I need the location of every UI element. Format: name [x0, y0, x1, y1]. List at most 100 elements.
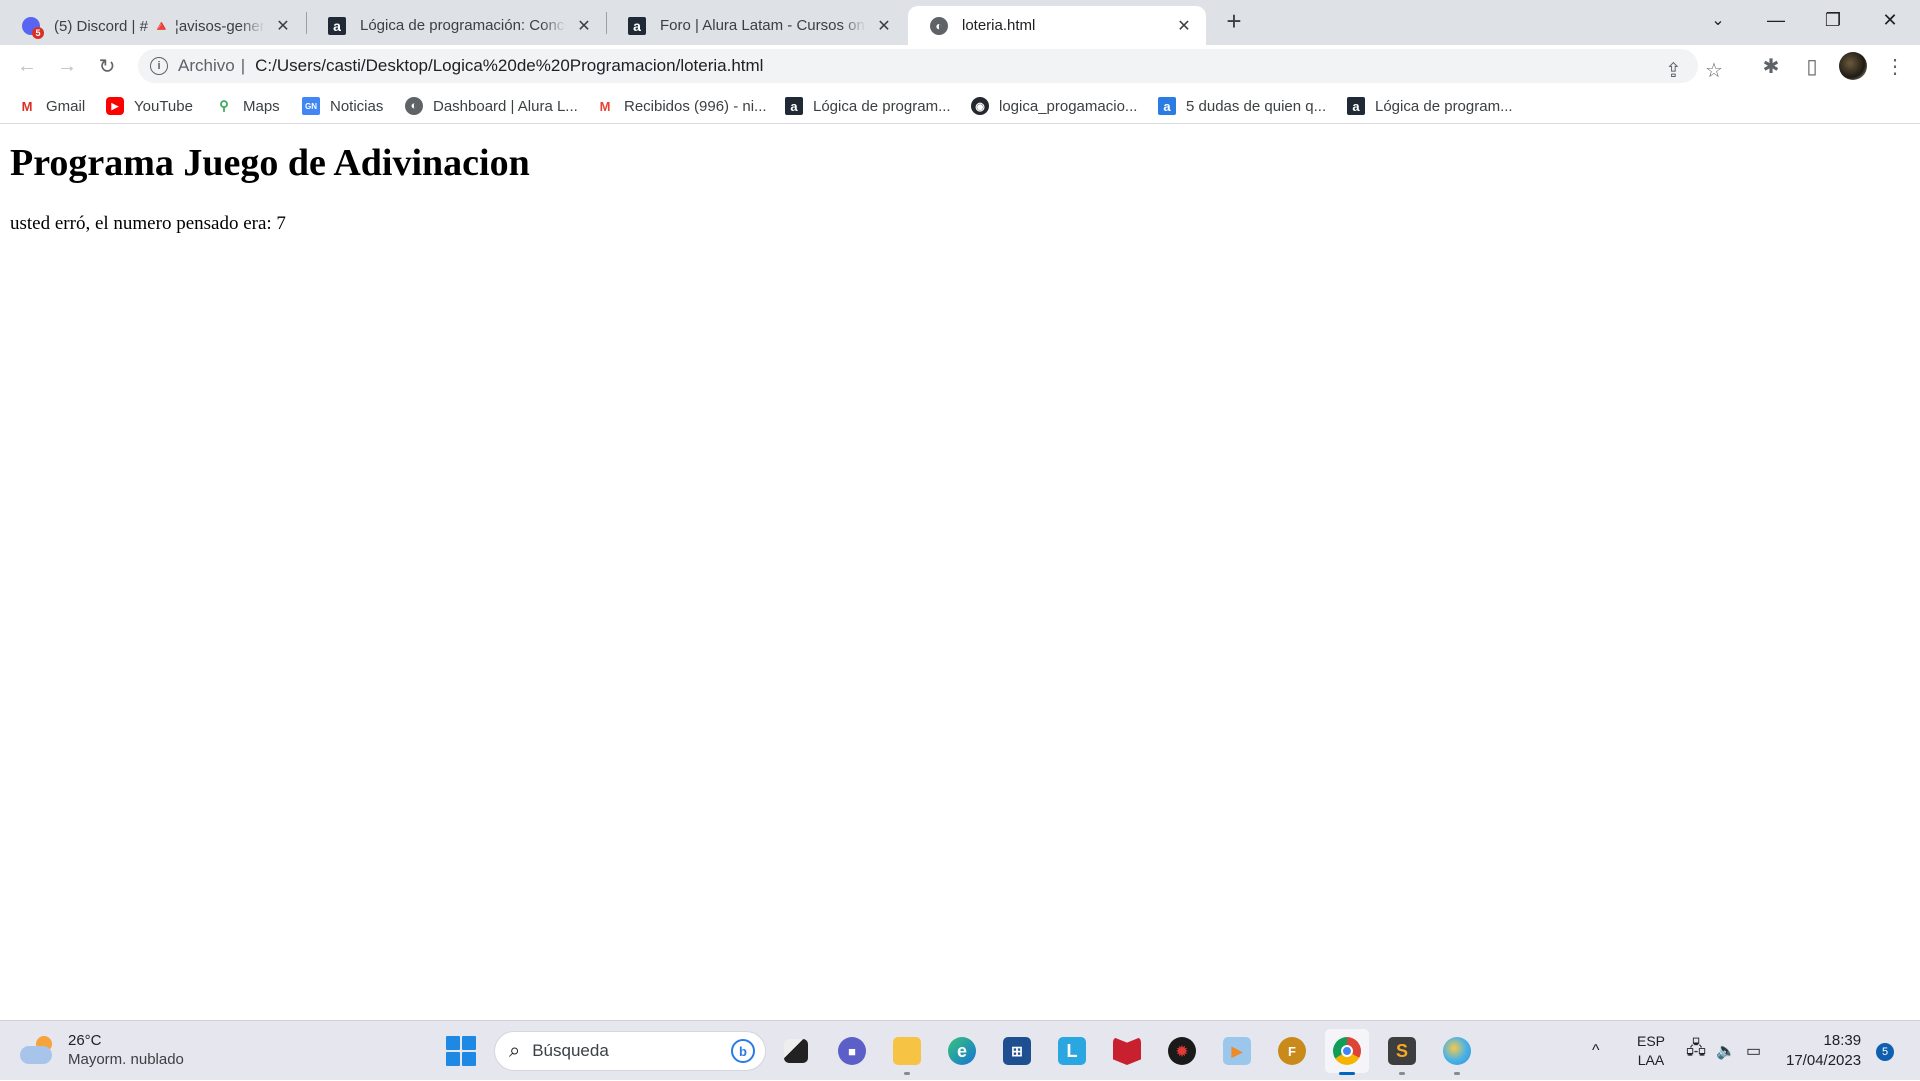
tab-foro-alura[interactable]: a Foro | Alura Latam - Cursos online ✕ — [606, 6, 906, 45]
tab-title: Foro | Alura Latam - Cursos online — [660, 17, 866, 34]
extensions-icon[interactable]: ✱ — [1756, 51, 1786, 81]
windows-logo-icon — [446, 1036, 460, 1050]
l-app-icon: L — [1058, 1037, 1086, 1065]
close-tab-icon[interactable]: ✕ — [273, 16, 293, 36]
restore-button[interactable]: ❐ — [1805, 0, 1861, 40]
bookmark-dashboard-alura[interactable]: ◐ Dashboard | Alura L... — [405, 96, 578, 116]
tab-logica-programacion[interactable]: a Lógica de programación: Conceptos ✕ — [306, 6, 606, 45]
tab-title: (5) Discord | # 🔺 ¦avisos-generales — [54, 17, 265, 35]
maps-icon: ⚲ — [219, 98, 229, 113]
weather-widget[interactable]: 26°C Mayorm. nublado — [20, 1031, 184, 1069]
notification-badge[interactable]: 5 — [1876, 1043, 1894, 1061]
alura-icon: a — [1347, 97, 1365, 115]
bookmark-youtube[interactable]: ▶ YouTube — [106, 96, 193, 116]
reload-icon: ↻ — [98, 55, 116, 78]
taskbar-edge[interactable]: e — [940, 1029, 984, 1073]
bookmark-noticias[interactable]: GN Noticias — [302, 96, 383, 116]
tab-loteria[interactable]: ◐ loteria.html ✕ — [908, 6, 1206, 45]
close-tab-icon[interactable]: ✕ — [1174, 16, 1194, 36]
back-button[interactable]: ← — [12, 51, 42, 81]
arrow-left-icon: ← — [17, 54, 37, 77]
bookmark-gmail[interactable]: M Gmail — [18, 96, 86, 116]
tab-title: loteria.html — [962, 17, 1036, 34]
gear-refresh-icon: ✹ — [1168, 1037, 1196, 1065]
chrome-icon — [1333, 1037, 1361, 1065]
weather-temperature: 26°C — [68, 1032, 102, 1049]
free-fire-icon: F — [1278, 1037, 1306, 1065]
taskbar-task-view[interactable] — [774, 1029, 818, 1073]
globe-icon: ◐ — [405, 97, 423, 115]
taskbar-paint[interactable] — [1435, 1029, 1479, 1075]
taskbar-chrome[interactable] — [1325, 1029, 1369, 1075]
start-button[interactable] — [446, 1036, 476, 1066]
taskbar-sublime[interactable]: S — [1380, 1029, 1424, 1075]
menu-icon[interactable]: ⋮ — [1880, 51, 1910, 81]
share-icon[interactable]: ⇪ — [1665, 58, 1682, 83]
address-bar[interactable]: i Archivo | C:/Users/casti/Desktop/Logic… — [138, 49, 1723, 83]
address-scheme-label: Archivo — [178, 56, 235, 75]
bookmark-star-icon[interactable]: ☆ — [1705, 58, 1723, 83]
close-window-button[interactable]: ✕ — [1862, 0, 1918, 40]
side-panel-icon[interactable]: ▯ — [1797, 51, 1827, 81]
taskbar-l-app[interactable]: L — [1050, 1029, 1094, 1073]
taskbar-mcafee[interactable] — [1105, 1029, 1149, 1073]
bookmark-label: Gmail — [46, 97, 86, 115]
mcafee-icon — [1113, 1037, 1141, 1065]
alura-icon: a — [785, 97, 803, 115]
close-tab-icon[interactable]: ✕ — [874, 16, 894, 36]
taskbar-store[interactable]: ⊞ — [995, 1029, 1039, 1073]
network-icon[interactable]: 🖧 — [1686, 1021, 1706, 1081]
taskbar-red-app[interactable]: ✹ — [1160, 1029, 1204, 1073]
forward-button[interactable]: → — [52, 51, 82, 81]
taskbar-teams-chat[interactable]: ■ — [830, 1029, 874, 1073]
taskbar-search[interactable]: ⌕ Búsqueda b — [494, 1031, 766, 1071]
bookmark-github-logica[interactable]: ◉ logica_progamacio... — [971, 96, 1137, 116]
taskbar-media-player[interactable]: ▶ — [1215, 1029, 1259, 1073]
bookmark-logica-1[interactable]: a Lógica de program... — [785, 96, 951, 116]
search-placeholder: Búsqueda — [532, 1041, 609, 1060]
bookmark-label: Maps — [243, 97, 280, 115]
show-hidden-icons-button[interactable]: ^ — [1592, 1021, 1600, 1081]
bookmark-maps[interactable]: ⚲ Maps — [215, 96, 280, 116]
result-message: usted erró, el numero pensado era: 7 — [10, 213, 286, 234]
clock[interactable]: 18:39 17/04/2023 — [1786, 1021, 1861, 1081]
taskbar: 26°C Mayorm. nublado ⌕ Búsqueda b ■ e ⊞ … — [0, 1020, 1920, 1080]
alura-icon: a — [328, 16, 346, 35]
tab-strip: 5 (5) Discord | # 🔺 ¦avisos-generales ✕ … — [0, 0, 1920, 45]
gmail-icon: M — [21, 98, 33, 114]
bookmark-label: YouTube — [134, 97, 193, 115]
bookmark-logica-2[interactable]: a Lógica de program... — [1347, 96, 1513, 116]
alura-blue-icon: a — [1158, 97, 1176, 115]
tab-search-button[interactable]: ⌄ — [1690, 0, 1746, 40]
clock-time: 18:39 — [1823, 1032, 1862, 1049]
bookmarks-bar: M Gmail ▶ YouTube ⚲ Maps GN Noticias ◐ Dashbo… — [0, 87, 1920, 124]
profile-avatar[interactable] — [1839, 52, 1867, 80]
task-view-icon — [784, 1039, 808, 1063]
folder-icon — [893, 1037, 921, 1065]
address-url[interactable]: C:/Users/casti/Desktop/Logica%20de%20Pro… — [255, 56, 763, 76]
volume-icon[interactable]: 🔈 — [1716, 1021, 1736, 1081]
taskbar-file-explorer[interactable] — [885, 1029, 929, 1075]
address-separator: | — [240, 56, 246, 75]
input-language[interactable]: ESP LAA — [1637, 1021, 1665, 1081]
globe-icon: ◐ — [930, 16, 948, 35]
paint-icon — [1443, 1037, 1471, 1065]
bookmark-label: Noticias — [330, 97, 384, 115]
info-icon[interactable]: i — [150, 57, 168, 75]
new-tab-button[interactable]: + — [1220, 8, 1248, 36]
store-icon: ⊞ — [1003, 1037, 1031, 1065]
tab-discord[interactable]: 5 (5) Discord | # 🔺 ¦avisos-generales ✕ — [0, 6, 305, 45]
reload-button[interactable]: ↻ — [92, 51, 122, 81]
keyboard-layout: LAA — [1637, 1052, 1665, 1068]
minimize-button[interactable]: — — [1748, 0, 1804, 40]
news-icon: GN — [302, 97, 320, 115]
close-tab-icon[interactable]: ✕ — [574, 16, 594, 36]
bing-icon[interactable]: b — [731, 1039, 755, 1063]
bookmark-recibidos[interactable]: M Recibidos (996) - ni... — [596, 96, 767, 116]
page-content: Programa Juego de Adivinacion usted erró… — [0, 125, 1920, 1020]
arrow-right-icon: → — [57, 54, 77, 77]
media-player-icon: ▶ — [1223, 1037, 1251, 1065]
battery-icon[interactable]: ▭ — [1746, 1021, 1761, 1081]
taskbar-free-fire[interactable]: F — [1270, 1029, 1314, 1073]
bookmark-5-dudas[interactable]: a 5 dudas de quien q... — [1158, 96, 1326, 116]
